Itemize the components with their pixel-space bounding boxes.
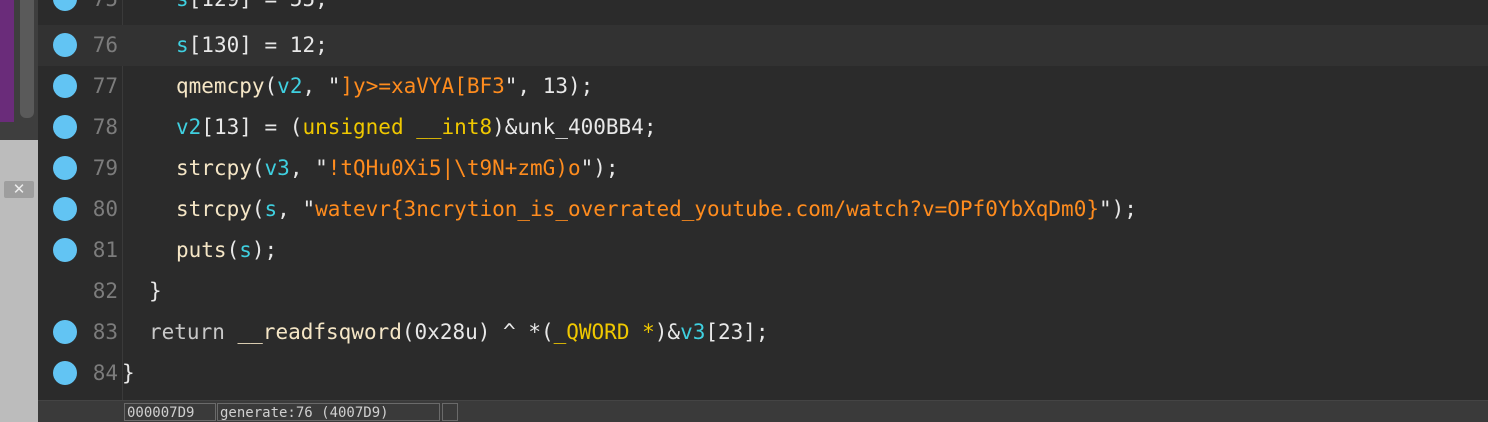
line-number: 76 — [92, 33, 118, 57]
code-token: [129] = 55; — [189, 0, 328, 11]
code-token: s — [239, 238, 252, 262]
code-token: [130] = 12; — [188, 33, 328, 57]
left-panel: ✕ — [0, 0, 38, 422]
code-token: , " — [302, 74, 341, 98]
status-bar: 000007D9 generate:76 (4007D9) — [38, 400, 1488, 422]
code-line[interactable]: 78 v2[13] = (unsigned __int8)&unk_400BB4; — [38, 107, 1488, 148]
code-token: s — [264, 197, 278, 221]
code-token: ); — [251, 238, 278, 262]
code-token: qmemcpy — [176, 74, 265, 98]
line-number: 84 — [92, 361, 118, 385]
pseudocode-editor[interactable]: 75s[129] = 55;76s[130] = 12;77qmemcpy(v2… — [38, 0, 1488, 400]
code-token: _QWORD * — [553, 320, 655, 344]
line-number: 79 — [92, 156, 118, 180]
breakpoint-marker-icon[interactable] — [53, 238, 77, 262]
code-line[interactable]: 81 puts(s); — [38, 230, 1488, 271]
code-line[interactable]: 76 s[130] = 12; — [38, 25, 1488, 66]
code-token: ( — [264, 74, 278, 98]
code-token: )&unk_400BB4; — [492, 115, 657, 139]
code-token: __readfsqword — [237, 320, 402, 344]
status-location: generate:76 (4007D9) — [217, 403, 440, 421]
left-panel-highlight — [0, 0, 14, 122]
code-token: "); — [580, 156, 619, 180]
breakpoint-marker-icon[interactable] — [53, 320, 77, 344]
code-token: v2 — [176, 115, 202, 139]
code-text[interactable]: } — [149, 271, 162, 312]
code-text[interactable]: strcpy(s, "watevr{3ncrytion_is_overrated… — [176, 189, 1137, 230]
breakpoint-marker-icon[interactable] — [53, 115, 77, 139]
code-token: puts — [176, 238, 227, 262]
code-token: v2 — [277, 74, 303, 98]
breakpoint-marker-icon[interactable] — [53, 197, 77, 221]
code-token: } — [149, 279, 162, 303]
code-token: (0x28u) ^ *( — [401, 320, 554, 344]
code-text[interactable]: s[129] = 55; — [176, 0, 328, 20]
code-token: return — [149, 320, 238, 344]
code-token: [13] = ( — [201, 115, 303, 139]
line-number: 75 — [82, 0, 118, 20]
code-token: ( — [251, 156, 265, 180]
code-token: ( — [226, 238, 240, 262]
code-token: )& — [654, 320, 681, 344]
breakpoint-marker-icon[interactable] — [53, 156, 77, 180]
code-text[interactable]: } — [122, 353, 135, 394]
code-token: strcpy — [176, 197, 252, 221]
breakpoint-marker-icon[interactable] — [53, 0, 77, 11]
code-token: unsigned __int8 — [302, 115, 493, 139]
code-token: watevr{3ncrytion_is_overrated_youtube.co… — [315, 197, 1099, 221]
code-text[interactable]: return __readfsqword(0x28u) ^ *(_QWORD *… — [149, 312, 769, 353]
code-line[interactable]: 84} — [38, 353, 1488, 394]
code-line[interactable]: 79 strcpy(v3, "!tQHu0Xi5|\t9N+zmG)o"); — [38, 148, 1488, 189]
code-token: } — [122, 361, 135, 385]
line-number: 77 — [92, 74, 118, 98]
code-line[interactable]: 77 qmemcpy(v2, "]y>=xaVYA[BF3", 13); — [38, 66, 1488, 107]
code-token: v3 — [264, 156, 290, 180]
code-token: !tQHu0Xi5|\t9N+zmG)o — [327, 156, 581, 180]
ida-pseudocode-window: ✕ 75s[129] = 55;76s[130] = 12;77qmemcpy(… — [0, 0, 1488, 422]
line-number: 82 — [92, 279, 118, 303]
code-line[interactable]: 83 return __readfsqword(0x28u) ^ *(_QWORD… — [38, 312, 1488, 353]
breakpoint-marker-icon[interactable] — [53, 33, 77, 57]
code-text[interactable]: strcpy(v3, "!tQHu0Xi5|\t9N+zmG)o"); — [176, 148, 619, 189]
code-text[interactable]: s[130] = 12; — [176, 25, 328, 66]
line-number: 78 — [92, 115, 118, 139]
line-number: 80 — [92, 197, 118, 221]
code-token: ", 13); — [504, 74, 594, 98]
line-number: 83 — [92, 320, 118, 344]
code-text[interactable]: qmemcpy(v2, "]y>=xaVYA[BF3", 13); — [176, 66, 593, 107]
code-token: strcpy — [176, 156, 252, 180]
breakpoint-marker-icon[interactable] — [53, 74, 77, 98]
code-text[interactable]: v2[13] = (unsigned __int8)&unk_400BB4; — [176, 107, 656, 148]
close-icon[interactable]: ✕ — [4, 181, 34, 198]
code-token: ]y>=xaVYA[BF3 — [340, 74, 505, 98]
code-line[interactable]: 75 s[129] = 55; — [38, 0, 1488, 20]
code-token: v3 — [680, 320, 706, 344]
left-panel-scrollbar[interactable] — [20, 0, 34, 118]
line-number: 81 — [92, 238, 118, 262]
code-line[interactable]: 82} — [38, 271, 1488, 312]
breakpoint-marker-icon[interactable] — [53, 361, 77, 385]
code-token: "); — [1098, 197, 1137, 221]
code-token: s — [176, 0, 189, 11]
code-token: [23]; — [705, 320, 769, 344]
status-address: 000007D9 — [124, 403, 216, 421]
left-panel-top — [0, 0, 38, 140]
code-token: , " — [289, 156, 328, 180]
code-text[interactable]: puts(s); — [176, 230, 277, 271]
status-extra — [442, 403, 458, 421]
code-token: , " — [277, 197, 316, 221]
code-token: s — [176, 33, 189, 57]
code-token: ( — [251, 197, 265, 221]
code-line[interactable]: 80 strcpy(s, "watevr{3ncrytion_is_overrat… — [38, 189, 1488, 230]
